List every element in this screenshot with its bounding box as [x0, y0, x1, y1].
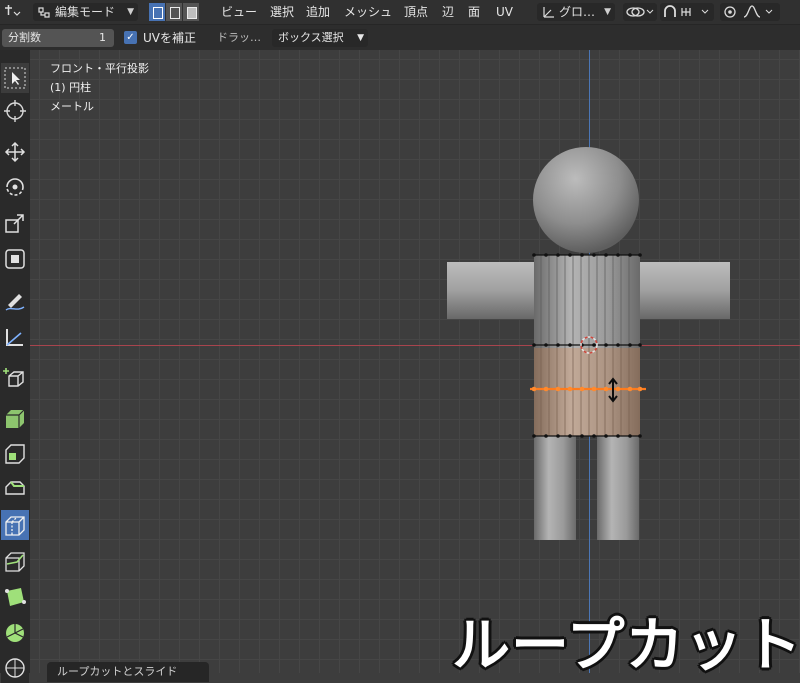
left-arm[interactable]: [447, 262, 543, 319]
edge-select-button[interactable]: [166, 3, 183, 21]
rotate-tool[interactable]: [1, 172, 29, 202]
loop-cut-tool[interactable]: [1, 510, 29, 540]
menu-7[interactable]: UV: [496, 0, 513, 24]
head-sphere[interactable]: [533, 147, 639, 253]
transform-tool[interactable]: [1, 244, 29, 274]
orientation-axes-icon: [543, 7, 554, 18]
vertex-select-button[interactable]: [149, 3, 166, 21]
cuts-label: 分割数: [8, 31, 41, 44]
operator-panel-label: ループカットとスライド: [57, 665, 178, 678]
pencil-icon: [5, 294, 25, 311]
proportional-edit-icon: [724, 5, 773, 18]
editor-type-icon: [5, 5, 21, 16]
tool-settings-bar: 分割数 1 ✓ UVを補正 ドラッ… ボックス選択 ▼: [0, 25, 800, 50]
annotate-tool[interactable]: [1, 286, 29, 316]
box-select-dropdown[interactable]: ボックス選択 ▼: [272, 29, 368, 47]
menu-4[interactable]: 頂点: [404, 0, 428, 24]
knife-tool[interactable]: [1, 546, 29, 576]
cursor-icon: [4, 67, 26, 89]
drag-label: ドラッ…: [217, 31, 261, 44]
right-arm[interactable]: [636, 262, 730, 319]
cursor-tool[interactable]: [1, 96, 29, 126]
select-box-tool[interactable]: [1, 63, 29, 93]
add-cube-tool[interactable]: [1, 363, 29, 393]
cuts-value: 1: [99, 31, 106, 44]
poly-build-icon: [5, 588, 26, 606]
measure-tool[interactable]: [1, 322, 29, 352]
inset-icon: [5, 444, 25, 464]
viewport-header: 編集モード ▼ ビュー 選択 追加 メッシュ 頂点辺面 UV グロ… ▼: [0, 0, 800, 25]
extrude-tool[interactable]: [1, 403, 29, 433]
smooth-icon: [5, 658, 25, 678]
snapping-group[interactable]: [660, 3, 714, 21]
select-mode-group: [149, 3, 200, 21]
scale-icon: [5, 214, 24, 233]
ruler-icon: [6, 329, 23, 346]
video-caption: ループカット: [452, 611, 800, 679]
chevron-down-icon: ▼: [604, 7, 611, 17]
last-operator-panel[interactable]: ループカットとスライド: [47, 662, 209, 682]
uv-correct-checkbox[interactable]: ✓: [124, 31, 137, 44]
transform-orientation-dropdown[interactable]: グロ… ▼: [537, 3, 615, 21]
move-arrows-icon: [4, 141, 26, 163]
knife-icon: [5, 552, 25, 572]
crosshair-icon: [4, 100, 26, 122]
3d-viewport[interactable]: フロント・平行投影 (1) 円柱 メートル: [0, 50, 800, 673]
scale-tool[interactable]: [1, 208, 29, 238]
menu-6[interactable]: 面: [468, 0, 480, 24]
move-tool[interactable]: [1, 137, 29, 167]
poly-build-tool[interactable]: [1, 582, 29, 612]
number-of-cuts-field[interactable]: 分割数 1: [2, 29, 114, 47]
chevron-down-icon: ▼: [357, 33, 364, 43]
link-icon: [626, 7, 654, 17]
menu-0[interactable]: ビュー: [221, 0, 257, 24]
menu-3[interactable]: メッシュ: [344, 0, 392, 24]
bevel-tool[interactable]: [1, 473, 29, 503]
extrude-icon: [6, 409, 25, 428]
left-leg[interactable]: [534, 436, 576, 540]
edit-mode-icon: [38, 7, 50, 18]
proportional-edit-group[interactable]: [720, 3, 780, 21]
bevel-icon: [5, 481, 25, 495]
body-cylinder[interactable]: [532, 253, 642, 438]
menu-1[interactable]: 選択: [270, 0, 294, 24]
mode-label: 編集モード: [55, 5, 116, 19]
uv-correct-label: UVを補正: [143, 31, 196, 45]
mode-dropdown[interactable]: 編集モード ▼: [33, 3, 138, 21]
chevron-down-icon: ▼: [127, 7, 134, 17]
mesh-model[interactable]: [0, 50, 800, 673]
inset-tool[interactable]: [1, 438, 29, 468]
menu-5[interactable]: 辺: [442, 0, 454, 24]
smooth-tool[interactable]: [1, 653, 29, 683]
transform-icon: [5, 249, 25, 269]
face-select-button[interactable]: [183, 3, 200, 21]
spin-tool[interactable]: [1, 618, 29, 648]
rotate-icon: [6, 178, 24, 196]
right-leg[interactable]: [597, 436, 639, 540]
menu-2[interactable]: 追加: [306, 0, 330, 24]
tool-shelf: [0, 50, 30, 683]
loop-cut-icon: [5, 516, 25, 536]
transform-orientation-label: グロ…: [559, 5, 596, 19]
editor-type-button[interactable]: [0, 3, 22, 21]
box-select-label: ボックス選択: [278, 31, 344, 44]
pivot-point-dropdown[interactable]: [623, 3, 657, 21]
snap-magnet-icon: [664, 5, 709, 17]
add-cube-icon: [3, 368, 24, 387]
spin-icon: [6, 624, 24, 642]
